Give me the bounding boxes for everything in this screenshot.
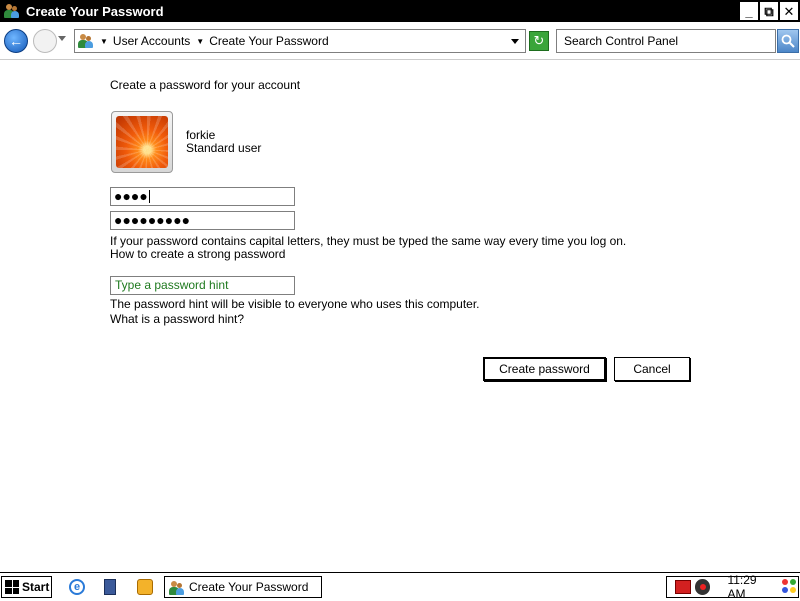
chevron-right-icon[interactable]: ▼ bbox=[100, 37, 108, 46]
breadcrumb-user-accounts[interactable]: User Accounts bbox=[113, 34, 190, 48]
page-heading: Create a password for your account bbox=[110, 78, 301, 92]
hint-note: The password hint will be visible to eve… bbox=[110, 297, 480, 311]
minimize-button[interactable]: _ bbox=[740, 2, 758, 20]
search-icon bbox=[781, 34, 795, 48]
user-accounts-icon bbox=[4, 3, 20, 19]
start-label: Start bbox=[22, 580, 50, 594]
media-player-icon[interactable] bbox=[137, 579, 153, 595]
forward-button[interactable] bbox=[33, 29, 57, 53]
avatar bbox=[111, 111, 173, 173]
volume-icon[interactable] bbox=[694, 579, 711, 595]
recent-pages-dropdown[interactable] bbox=[58, 36, 66, 41]
windows-flag-icon[interactable] bbox=[782, 579, 798, 595]
cancel-button[interactable]: Cancel bbox=[614, 357, 690, 381]
window-title: Create Your Password bbox=[26, 3, 164, 19]
address-dropdown-icon[interactable] bbox=[511, 39, 519, 44]
back-button[interactable]: ← bbox=[4, 29, 28, 53]
clock[interactable]: 11:29 AM bbox=[727, 573, 776, 601]
text-cursor bbox=[148, 190, 150, 203]
close-button[interactable]: ✕ bbox=[780, 2, 798, 20]
title-bar: Create Your Password _ ⧉ ✕ bbox=[0, 0, 800, 22]
password-hint-field[interactable]: Type a password hint bbox=[110, 276, 295, 295]
system-tray: 11:29 AM bbox=[666, 573, 799, 601]
back-arrow-icon: ← bbox=[9, 33, 23, 49]
content-area: Create a password for your account forki… bbox=[0, 61, 800, 572]
network-alert-icon[interactable] bbox=[675, 580, 691, 594]
taskbar: Start e Create Your Password 11:29 AM bbox=[0, 572, 800, 601]
navigation-bar: ← ▼ User Accounts ▼ Create Your Password… bbox=[0, 22, 800, 60]
restore-button[interactable]: ⧉ bbox=[760, 2, 778, 20]
address-bar[interactable]: ▼ User Accounts ▼ Create Your Password bbox=[74, 29, 526, 53]
new-password-field[interactable]: ●●●● bbox=[110, 187, 295, 206]
start-button[interactable]: Start bbox=[1, 576, 52, 598]
show-desktop-icon[interactable] bbox=[104, 579, 116, 595]
breadcrumb-create-password[interactable]: Create Your Password bbox=[209, 34, 328, 48]
confirm-password-field[interactable]: ●●●●●●●●● bbox=[110, 211, 295, 230]
confirm-password-value: ●●●●●●●●● bbox=[114, 212, 191, 228]
new-password-value: ●●●● bbox=[114, 188, 148, 204]
create-password-button[interactable]: Create password bbox=[483, 357, 606, 381]
password-hint-link[interactable]: What is a password hint? bbox=[110, 312, 244, 326]
user-name: forkie bbox=[186, 128, 216, 142]
strong-password-link[interactable]: How to create a strong password bbox=[110, 247, 285, 261]
taskbar-item-label: Create Your Password bbox=[189, 580, 309, 594]
user-account-type: Standard user bbox=[186, 141, 262, 155]
taskbar-item-create-password[interactable]: Create Your Password bbox=[164, 576, 322, 598]
search-input[interactable]: Search Control Panel bbox=[556, 29, 776, 53]
caps-note: If your password contains capital letter… bbox=[110, 234, 627, 248]
flower-picture-icon bbox=[116, 116, 168, 168]
user-accounts-icon bbox=[78, 33, 94, 49]
windows-logo-icon bbox=[5, 580, 19, 594]
search-button[interactable] bbox=[777, 29, 799, 53]
refresh-button[interactable]: ↻ bbox=[529, 31, 549, 51]
chevron-right-icon[interactable]: ▼ bbox=[196, 37, 204, 46]
user-accounts-icon bbox=[169, 580, 184, 595]
internet-explorer-icon[interactable]: e bbox=[69, 579, 85, 595]
